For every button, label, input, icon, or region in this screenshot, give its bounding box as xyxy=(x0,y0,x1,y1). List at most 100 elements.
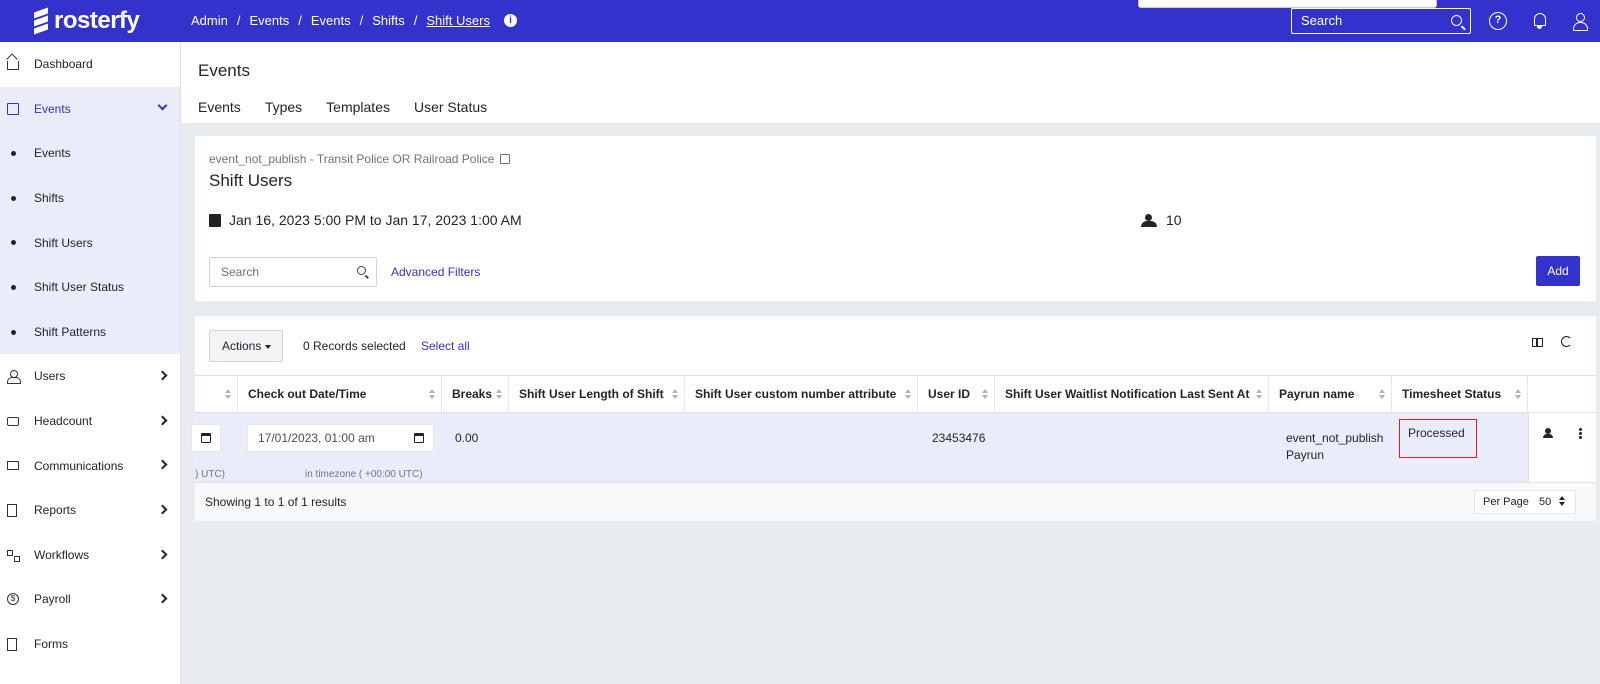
search-input[interactable]: Search xyxy=(209,257,377,287)
chevron-right-icon xyxy=(157,370,168,381)
table-footer: Showing 1 to 1 of 1 results Per Page 50 xyxy=(195,483,1596,521)
sidebar-item-label: Dashboard xyxy=(34,57,93,72)
column-header-timesheet[interactable]: Timesheet Status xyxy=(1392,376,1528,413)
select-all-link[interactable]: Select all xyxy=(421,339,470,353)
shift-users-table-card: Actions 0 Records selected Select all Ch… xyxy=(191,316,1596,521)
breadcrumb-events[interactable]: Events xyxy=(249,13,289,28)
person-icon[interactable] xyxy=(1543,428,1553,438)
table-header: Check out Date/Time Breaks Shift User Le… xyxy=(195,375,1596,413)
global-search-input[interactable]: Search xyxy=(1291,8,1471,34)
tab-types[interactable]: Types xyxy=(265,99,302,115)
edit-icon[interactable] xyxy=(500,154,511,164)
briefcase-icon xyxy=(7,416,19,426)
tab-templates[interactable]: Templates xyxy=(326,99,390,115)
breadcrumb-events-list[interactable]: Events xyxy=(311,13,351,28)
sidebar-subitem-shift-patterns[interactable]: Shift Patterns xyxy=(0,309,180,355)
column-header-breaks[interactable]: Breaks xyxy=(442,376,509,413)
chevron-right-icon xyxy=(157,549,168,559)
column-header-checkout[interactable]: Check out Date/Time xyxy=(238,376,442,413)
mail-icon xyxy=(7,461,19,471)
column-header-waitlist[interactable]: Shift User Waitlist Notification Last Se… xyxy=(995,376,1269,413)
sidebar-item-users[interactable]: Users xyxy=(0,354,180,399)
payrun-cell: event_not_publish Payrun xyxy=(1286,431,1384,462)
bell-icon[interactable] xyxy=(1531,12,1549,30)
records-selected: 0 Records selected xyxy=(303,339,406,353)
column-header-length[interactable]: Shift User Length of Shift xyxy=(509,376,685,413)
breadcrumb-admin[interactable]: Admin xyxy=(191,13,228,28)
calendar-icon xyxy=(7,102,19,115)
tab-events[interactable]: Events xyxy=(198,99,241,115)
sidebar-item-forms[interactable]: Forms xyxy=(0,622,180,667)
column-header-custom-number[interactable]: Shift User custom number attribute xyxy=(685,376,918,413)
chevron-down-icon xyxy=(157,100,168,111)
calendar-icon xyxy=(209,213,221,227)
tab-user-status[interactable]: User Status xyxy=(414,99,487,115)
sidebar-item-label: Users xyxy=(34,369,66,384)
dropdown-overlay xyxy=(1138,0,1437,8)
sidebar-subitem-shift-user-status[interactable]: Shift User Status xyxy=(0,264,180,310)
sidebar-item-workflows[interactable]: Workflows xyxy=(0,533,180,578)
advanced-filters-link[interactable]: Advanced Filters xyxy=(391,265,480,279)
sort-icon xyxy=(225,389,231,400)
event-subtitle: event_not_publish - Transit Police OR Ra… xyxy=(209,152,511,166)
column-header-payrun[interactable]: Payrun name xyxy=(1269,376,1392,413)
sidebar-item-dashboard[interactable]: Dashboard xyxy=(0,42,180,87)
sidebar-item-reports[interactable]: Reports xyxy=(0,488,180,533)
breadcrumb-shift-users[interactable]: Shift Users xyxy=(426,13,490,28)
column-header-user-id[interactable]: User ID xyxy=(918,376,995,413)
user-count: 10 xyxy=(1140,212,1182,228)
sidebar-subitem-shifts[interactable]: Shifts xyxy=(0,175,180,221)
sidebar-subitem-events[interactable]: Events xyxy=(0,131,180,176)
columns-icon[interactable] xyxy=(1532,338,1543,347)
sidebar-item-label: Headcount xyxy=(34,414,93,429)
sort-icon xyxy=(1515,389,1521,400)
refresh-icon[interactable] xyxy=(1561,336,1572,347)
sidebar-item-events[interactable]: Events xyxy=(0,86,180,132)
users-icon xyxy=(7,370,21,385)
sidebar-item-payroll[interactable]: $ Payroll xyxy=(0,577,180,622)
breadcrumb-shifts[interactable]: Shifts xyxy=(372,13,405,28)
event-info-card: event_not_publish - Transit Police OR Ra… xyxy=(195,136,1596,301)
chevron-right-icon xyxy=(157,504,168,515)
sidebar-item-label: Communications xyxy=(34,458,124,473)
checkin-date-input[interactable] xyxy=(191,424,221,452)
rosterfy-logo[interactable]: rosterfy xyxy=(34,7,140,35)
row-actions xyxy=(1528,413,1596,482)
user-id-cell: 23453476 xyxy=(932,431,986,445)
sidebar-item-communications[interactable]: Communications xyxy=(0,443,180,488)
per-page-select[interactable]: Per Page 50 xyxy=(1474,490,1576,514)
sidebar-item-headcount[interactable]: Headcount xyxy=(0,399,180,444)
chevron-right-icon xyxy=(157,593,168,604)
select-arrows-icon xyxy=(1559,496,1565,507)
sort-icon xyxy=(429,389,435,400)
checkout-timezone: in timezone ( +00:00 UTC) xyxy=(305,469,423,480)
dollar-icon: $ xyxy=(7,593,19,606)
table-row[interactable]: ) UTC) 17/01/2023, 01:00 am in timezone … xyxy=(191,413,1596,483)
sort-icon xyxy=(1379,389,1385,400)
logo-text: rosterfy xyxy=(54,7,140,34)
info-icon[interactable]: i xyxy=(503,14,517,27)
actions-dropdown[interactable]: Actions xyxy=(209,330,283,362)
top-navbar: rosterfy Admin / Events / Events / Shifts / … xyxy=(0,0,1600,42)
more-options-icon[interactable] xyxy=(1579,428,1582,439)
sidebar-item-label: Workflows xyxy=(34,547,90,562)
workflow-icon xyxy=(7,549,20,562)
add-button[interactable]: Add xyxy=(1536,256,1580,286)
checkout-date-input[interactable]: 17/01/2023, 01:00 am xyxy=(247,424,434,452)
chevron-right-icon xyxy=(157,415,168,426)
sidebar-subitem-shift-users[interactable]: Shift Users xyxy=(0,220,180,265)
search-icon[interactable] xyxy=(1451,15,1462,26)
help-icon[interactable]: ? xyxy=(1489,12,1507,30)
sidebar-item-label: Payroll xyxy=(34,592,71,607)
user-profile-icon[interactable] xyxy=(1571,12,1589,31)
sort-icon xyxy=(905,389,911,400)
breadcrumb: Admin / Events / Events / Shifts / Shift Use… xyxy=(191,13,517,28)
column-header-prev[interactable] xyxy=(195,376,238,413)
calendar-icon[interactable] xyxy=(414,433,424,443)
sort-icon xyxy=(496,389,502,400)
sort-icon xyxy=(982,389,988,400)
search-icon[interactable] xyxy=(357,266,366,275)
document-icon xyxy=(7,503,17,517)
calendar-icon[interactable] xyxy=(201,433,211,443)
breaks-cell: 0.00 xyxy=(455,431,479,445)
